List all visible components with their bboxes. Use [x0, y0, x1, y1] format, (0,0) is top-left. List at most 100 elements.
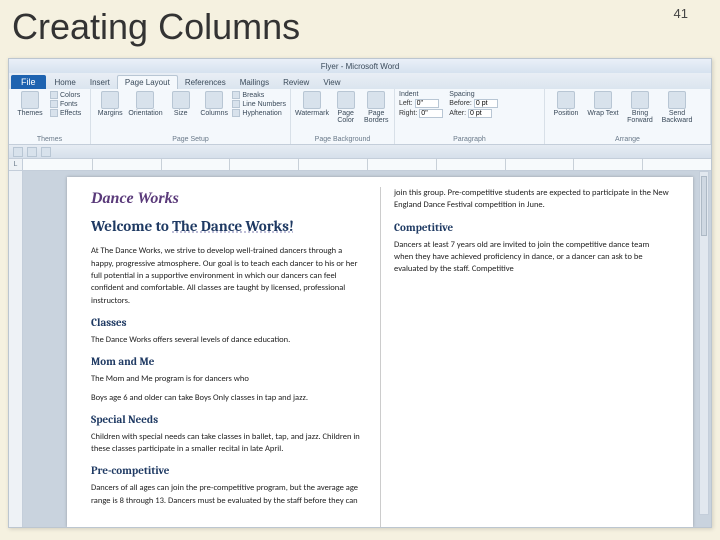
ribbon: Themes Colors Fonts Effects Themes Margi… [9, 89, 711, 145]
doc-comp-heading: Competitive [394, 220, 669, 236]
tab-review[interactable]: Review [276, 76, 316, 89]
theme-fonts-label: Fonts [60, 101, 78, 108]
qat-undo-icon[interactable] [27, 147, 37, 157]
doc-precomp-heading: Pre-competitive [91, 463, 366, 479]
themes-icon [21, 91, 39, 109]
spacing-before-label: Before: [449, 100, 472, 107]
document-columns: Dance Works Welcome to The Dance Works! … [91, 187, 669, 527]
group-paragraph-label: Paragraph [399, 135, 540, 144]
ruler-track [23, 159, 711, 170]
orientation-label: Orientation [128, 110, 162, 117]
position-button[interactable]: Position [549, 91, 583, 117]
tab-home[interactable]: Home [48, 76, 83, 89]
group-paragraph: Indent Left: Right: Spacing Before: Afte… [395, 89, 545, 144]
spacing-before-input[interactable] [474, 99, 498, 108]
breaks-button[interactable]: Breaks [232, 91, 286, 99]
tab-page-layout[interactable]: Page Layout [117, 75, 178, 89]
doc-special-heading: Special Needs [91, 412, 366, 428]
spacing-after-input[interactable] [468, 109, 492, 118]
bring-forward-button[interactable]: Bring Forward [623, 91, 657, 125]
scrollbar-thumb[interactable] [701, 176, 707, 236]
bring-label: Bring Forward [623, 110, 657, 125]
doc-special-paragraph: Children with special needs can take cla… [91, 431, 366, 456]
doc-boys-paragraph: Boys age 6 and older can take Boys Only … [91, 392, 366, 404]
qat-redo-icon[interactable] [41, 147, 51, 157]
vertical-scrollbar[interactable] [699, 171, 709, 515]
file-tab[interactable]: File [11, 75, 46, 89]
size-icon [172, 91, 190, 109]
line-numbers-button[interactable]: Line Numbers [232, 100, 286, 108]
slide-title: Creating Columns [0, 0, 720, 52]
watermark-button[interactable]: Watermark [295, 91, 329, 117]
window-titlebar: Flyer - Microsoft Word [9, 59, 711, 73]
margins-icon [101, 91, 119, 109]
position-icon [557, 91, 575, 109]
theme-colors-label: Colors [60, 92, 80, 99]
quick-access-toolbar [9, 145, 711, 159]
send-backward-button[interactable]: Send Backward [660, 91, 694, 125]
theme-effects-label: Effects [60, 110, 81, 117]
breaks-icon [232, 91, 240, 99]
effects-icon [50, 109, 58, 117]
page-borders-button[interactable]: Page Borders [362, 91, 390, 125]
group-arrange-label: Arrange [549, 135, 706, 144]
indent-left-input[interactable] [415, 99, 439, 108]
hyphen-icon [232, 109, 240, 117]
wrap-icon [594, 91, 612, 109]
tab-mailings[interactable]: Mailings [233, 76, 276, 89]
columns-label: Columns [200, 110, 228, 117]
group-themes-label: Themes [13, 135, 86, 144]
tab-insert[interactable]: Insert [83, 76, 117, 89]
font-icon [50, 100, 58, 108]
send-icon [668, 91, 686, 109]
page-color-label: Page Color [332, 110, 360, 125]
orientation-button[interactable]: Orientation [128, 91, 162, 117]
doc-classes-heading: Classes [91, 315, 366, 331]
document-scroll[interactable]: Dance Works Welcome to The Dance Works! … [23, 171, 711, 527]
indent-header: Indent [399, 91, 443, 98]
theme-fonts-button[interactable]: Fonts [50, 100, 81, 108]
doc-welcome-heading: Welcome to The Dance Works! [91, 218, 366, 235]
ruler-corner: L [9, 159, 23, 170]
columns-icon [205, 91, 223, 109]
doc-title: Dance Works [91, 187, 366, 210]
qat-save-icon[interactable] [13, 147, 23, 157]
hyphenation-label: Hyphenation [242, 110, 281, 117]
indent-right-input[interactable] [419, 109, 443, 118]
page[interactable]: Dance Works Welcome to The Dance Works! … [67, 177, 693, 527]
indent-left-label: Left: [399, 100, 413, 107]
doc-comp-paragraph: Dancers at least 7 years old are invited… [394, 239, 669, 276]
themes-label: Themes [17, 110, 42, 117]
watermark-icon [303, 91, 321, 109]
document-area: Dance Works Welcome to The Dance Works! … [9, 171, 711, 527]
themes-button[interactable]: Themes [13, 91, 47, 117]
columns-button[interactable]: Columns [199, 91, 229, 117]
orientation-icon [136, 91, 154, 109]
size-button[interactable]: Size [165, 91, 195, 117]
window-title: Flyer - Microsoft Word [321, 62, 400, 71]
tab-references[interactable]: References [178, 76, 233, 89]
ribbon-tabstrip: File Home Insert Page Layout References … [9, 73, 711, 89]
group-arrange: Position Wrap Text Bring Forward Send Ba… [545, 89, 711, 144]
group-page-background: Watermark Page Color Page Borders Page B… [291, 89, 395, 144]
theme-effects-button[interactable]: Effects [50, 109, 81, 117]
page-color-button[interactable]: Page Color [332, 91, 360, 125]
group-themes: Themes Colors Fonts Effects Themes [9, 89, 91, 144]
theme-colors-button[interactable]: Colors [50, 91, 81, 99]
tab-view[interactable]: View [316, 76, 347, 89]
breaks-label: Breaks [242, 92, 264, 99]
watermark-label: Watermark [295, 110, 329, 117]
margins-label: Margins [98, 110, 123, 117]
margins-button[interactable]: Margins [95, 91, 125, 117]
slide-number: 41 [674, 6, 688, 21]
horizontal-ruler[interactable]: L [9, 159, 711, 171]
word-window: Flyer - Microsoft Word File Home Insert … [8, 58, 712, 528]
vertical-ruler[interactable] [9, 171, 23, 527]
hyphenation-button[interactable]: Hyphenation [232, 109, 286, 117]
doc-mom-heading: Mom and Me [91, 354, 366, 370]
group-page-background-label: Page Background [295, 135, 390, 144]
bring-icon [631, 91, 649, 109]
size-label: Size [174, 110, 188, 117]
spacing-header: Spacing [449, 91, 498, 98]
wrap-text-button[interactable]: Wrap Text [586, 91, 620, 117]
